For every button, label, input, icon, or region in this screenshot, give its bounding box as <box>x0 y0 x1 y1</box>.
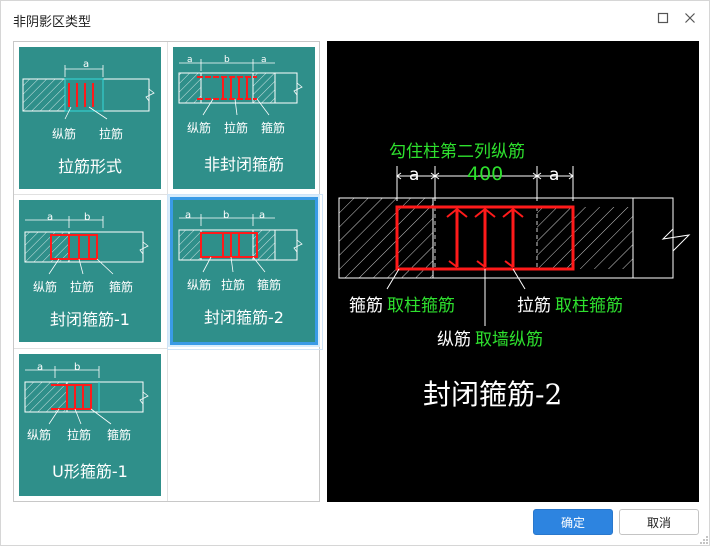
maximize-icon <box>657 12 669 24</box>
dim-label: a <box>261 55 267 65</box>
longitudinal-label: 纵筋 <box>437 330 471 350</box>
dim-label: a <box>259 210 266 221</box>
dim-label-left: a <box>409 165 420 185</box>
close-button[interactable] <box>681 9 699 27</box>
dim-label: a <box>185 210 192 221</box>
callout-label: 拉筋 <box>70 280 95 294</box>
tie-label: 拉筋 <box>517 296 551 316</box>
callout-label: 拉筋 <box>67 428 92 442</box>
type-gallery: a 纵筋 拉筋 拉筋形式 a b a 纵筋 拉筋 箍筋 非封闭箍筋 a b 纵筋… <box>13 41 323 503</box>
callout-label: 拉筋 <box>99 127 124 141</box>
callout-label: 纵筋 <box>52 127 77 141</box>
callout-label: 拉筋 <box>221 278 246 292</box>
tie-form-diagram <box>22 65 155 120</box>
dim-label-middle: 400 <box>467 163 504 185</box>
close-icon <box>685 13 695 23</box>
callout-label: 纵筋 <box>33 280 58 294</box>
option-card: a 纵筋 拉筋 拉筋形式 <box>19 47 161 189</box>
option-card: a b 纵筋 拉筋 箍筋 封闭箍筋-1 <box>19 200 161 342</box>
dim-label-right: a <box>549 165 560 185</box>
callout-label: 箍筋 <box>109 280 134 294</box>
dialog-window: 非阴影区类型 a 纵筋 拉筋 拉筋形式 a b a 纵筋 拉筋 箍筋 非封闭箍筋… <box>0 0 710 546</box>
dim-label: a <box>37 362 44 373</box>
dim-label: b <box>223 210 230 221</box>
option-closed-stirrup-1[interactable]: a b 纵筋 拉筋 箍筋 封闭箍筋-1 <box>14 195 168 349</box>
preview-caption: 封闭箍筋-2 <box>423 378 563 411</box>
hook-annotation: 勾住柱第二列纵筋 <box>389 142 525 162</box>
stirrup-source: 取柱箍筋 <box>387 296 455 316</box>
dim-label: b <box>84 212 91 223</box>
callout-label: 箍筋 <box>261 121 286 135</box>
dialog-title: 非阴影区类型 <box>13 15 92 30</box>
dim-label: a <box>187 55 193 65</box>
open-stirrup-diagram <box>178 59 303 116</box>
callout-label: 拉筋 <box>224 121 249 135</box>
preview-panel: 勾住柱第二列纵筋 a 400 a 箍筋 取柱箍筋 拉筋 取柱箍筋 纵筋 取墙纵筋… <box>327 41 699 502</box>
option-title: 拉筋形式 <box>57 157 122 176</box>
option-title: U形箍筋-1 <box>52 462 128 481</box>
dim-label: a <box>83 59 90 70</box>
option-tie-form[interactable]: a 纵筋 拉筋 拉筋形式 <box>14 42 168 196</box>
option-title: 封闭箍筋-1 <box>50 310 130 329</box>
callout-label: 纵筋 <box>187 121 212 135</box>
tie-source: 取柱箍筋 <box>555 296 623 316</box>
cancel-button[interactable]: 取消 <box>619 509 699 535</box>
option-open-stirrup[interactable]: a b a 纵筋 拉筋 箍筋 非封闭箍筋 <box>168 42 322 196</box>
title-bar: 非阴影区类型 <box>1 1 709 37</box>
option-u-stirrup-1[interactable]: a b 纵筋 拉筋 箍筋 U形箍筋-1 <box>14 349 168 503</box>
dim-label: a <box>47 212 54 223</box>
dim-label: b <box>224 55 230 65</box>
longitudinal-source: 取墙纵筋 <box>475 330 543 350</box>
maximize-button[interactable] <box>654 9 672 27</box>
option-closed-stirrup-2[interactable]: a b a 纵筋 拉筋 箍筋 封闭箍筋-2 <box>167 194 323 350</box>
option-title: 封闭箍筋-2 <box>204 308 284 327</box>
option-card: a b 纵筋 拉筋 箍筋 U形箍筋-1 <box>19 354 161 496</box>
ok-button[interactable]: 确定 <box>533 509 613 535</box>
option-card: a b a 纵筋 拉筋 箍筋 封闭箍筋-2 <box>170 197 318 345</box>
stirrup-label: 箍筋 <box>349 296 383 316</box>
dim-label: b <box>74 362 81 373</box>
option-title: 非封闭箍筋 <box>203 155 284 174</box>
callout-label: 箍筋 <box>257 278 282 292</box>
resize-grip-icon[interactable] <box>699 535 709 545</box>
option-card: a b a 纵筋 拉筋 箍筋 非封闭箍筋 <box>173 47 315 189</box>
callout-label: 箍筋 <box>107 428 132 442</box>
callout-label: 纵筋 <box>187 278 212 292</box>
callout-label: 纵筋 <box>27 428 52 442</box>
